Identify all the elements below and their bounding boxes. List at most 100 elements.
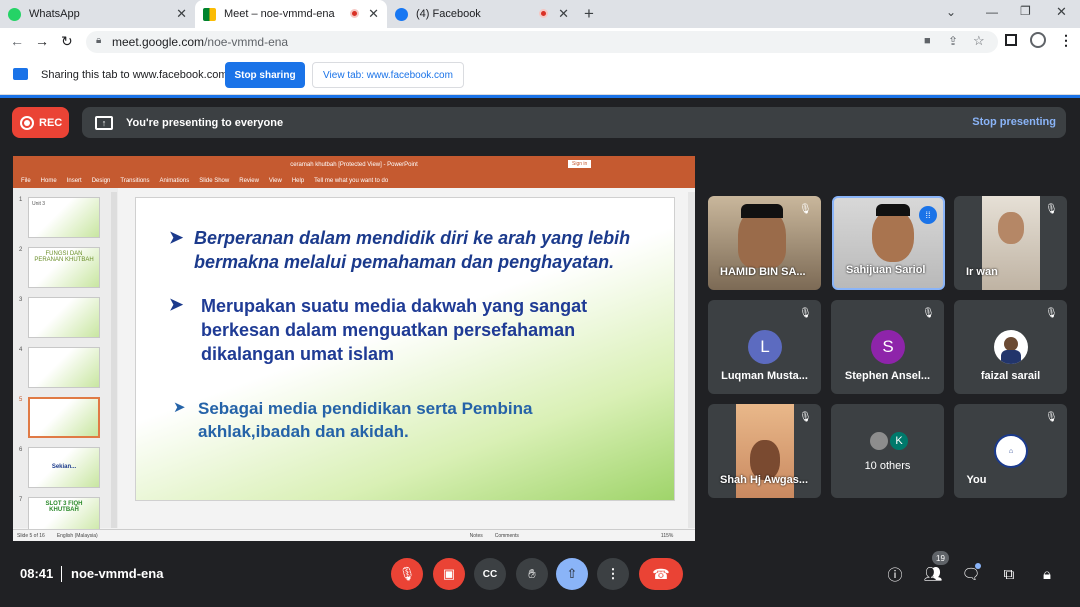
tab-title: (4) Facebook (416, 8, 481, 20)
avatar: K (888, 430, 910, 452)
participant-name: faizal sarail (980, 370, 1041, 382)
slide-thumbnail[interactable]: FUNGSI DAN PERANAN KHUTBAH (28, 247, 100, 288)
menu-insert[interactable]: Insert (67, 178, 82, 184)
mic-off-icon: 🎙︎ (799, 308, 812, 319)
stop-sharing-button[interactable]: Stop sharing (225, 62, 305, 88)
menu-view[interactable]: View (269, 178, 282, 184)
chevron-down-icon[interactable]: ⌄ (946, 5, 956, 19)
thumb-number: 4 (19, 347, 23, 353)
video-person (998, 212, 1024, 244)
meeting-code: noe-vmmd-ena (71, 566, 164, 581)
mic-toggle-button[interactable]: 🎙︎ (391, 558, 423, 590)
slide-thumbnail[interactable] (28, 297, 100, 338)
thumb-text: Sekian... (51, 464, 77, 470)
menu-file[interactable]: File (21, 178, 31, 184)
leave-call-button[interactable]: ☎︎ (639, 558, 683, 590)
participant-tile[interactable]: 🎙︎ Ir wan (954, 196, 1067, 290)
tab-meet[interactable]: Meet – noe-vmmd-ena ✕ (195, 0, 387, 28)
video-person (872, 210, 914, 262)
present-button[interactable]: ⇧ (556, 558, 588, 590)
menu-home[interactable]: Home (41, 178, 57, 184)
url-field[interactable]: 🔒︎ meet.google.com/noe-vmmd-ena ■ ⇪ ☆ (86, 31, 998, 53)
self-tile[interactable]: 🎙︎ ⌂ You (954, 404, 1067, 498)
slide-thumbnail[interactable]: Sekian... (28, 447, 100, 488)
mic-off-icon: 🎙︎ (799, 204, 812, 215)
captions-button[interactable]: CC (474, 558, 506, 590)
tab-whatsapp[interactable]: WhatsApp ✕ (0, 0, 195, 28)
participant-tile[interactable]: 🎙︎ faizal sarail (954, 300, 1067, 394)
activities-icon[interactable]: ⧉ (998, 563, 1020, 585)
chat-badge (975, 563, 981, 569)
meeting-time: 08:41 (20, 566, 54, 581)
sidebar-icon[interactable] (1005, 34, 1017, 46)
thumb-number: 7 (19, 497, 23, 503)
comments-button[interactable]: Comments (495, 533, 519, 539)
tab-title: WhatsApp (29, 8, 80, 20)
recording-icon (350, 9, 359, 18)
menu-animations[interactable]: Animations (160, 178, 190, 184)
notes-button[interactable]: Notes (470, 533, 483, 539)
view-tab-button[interactable]: View tab: www.facebook.com (312, 62, 464, 88)
star-icon[interactable]: ☆ (973, 33, 985, 49)
slide-bullet: Merupakan suatu media dakwah yang sangat… (201, 296, 588, 364)
slide-thumbnail[interactable]: Unit 3 (28, 197, 100, 238)
sign-in-button[interactable]: Sign in (568, 160, 592, 168)
thumb-number: 2 (19, 247, 23, 253)
recording-button[interactable]: REC (12, 107, 69, 138)
hangup-icon: ☎︎ (652, 565, 670, 582)
current-slide: ➤ Berperanan dalam mendidik diri ke arah… (135, 197, 675, 501)
divider (61, 566, 62, 582)
slide-scrollbar[interactable] (688, 192, 695, 528)
presentation-window: ceramah khutbah [Protected View] - Power… (13, 156, 695, 541)
share-icon[interactable]: ⇪ (948, 34, 958, 48)
more-options-button[interactable]: ⋮ (597, 558, 629, 590)
window-close-icon[interactable]: ✕ (1056, 4, 1067, 20)
info-icon[interactable]: ⓘ (884, 563, 906, 585)
menu-help[interactable]: Help (292, 178, 304, 184)
profile-icon[interactable] (1030, 32, 1046, 48)
mic-off-icon: 🎙︎ (1045, 308, 1058, 319)
close-icon[interactable]: ✕ (368, 6, 379, 22)
language-status: English (Malaysia) (56, 532, 98, 539)
participant-name: Shah Hj Awgas... (720, 474, 809, 486)
menu-slide-show[interactable]: Slide Show (199, 178, 229, 184)
menu-icon[interactable]: ⋮ (1059, 32, 1073, 49)
participant-tile[interactable]: 🎙︎ S Stephen Ansel... (831, 300, 944, 394)
reload-icon[interactable]: ↻ (61, 33, 73, 50)
minimize-icon[interactable]: — (986, 5, 998, 19)
ppt-window-title: ceramah khutbah [Protected View] - Power… (290, 162, 418, 168)
avatar: ⌂ (994, 434, 1028, 468)
back-icon[interactable]: ← (10, 33, 24, 49)
raise-hand-button[interactable]: ✋︎ (516, 558, 548, 590)
sharing-bar: Sharing this tab to www.facebook.com Sto… (0, 56, 1080, 95)
slide-thumbnail-selected[interactable] (28, 397, 100, 438)
menu-design[interactable]: Design (92, 178, 111, 184)
camera-toggle-button[interactable]: ▣ (433, 558, 465, 590)
menu-review[interactable]: Review (239, 178, 259, 184)
tell-me-field[interactable]: Tell me what you want to do (314, 178, 388, 184)
participant-tile[interactable]: 🎙︎ HAMID BIN SA... (708, 196, 821, 290)
thumb-number: 3 (19, 297, 23, 303)
close-icon[interactable]: ✕ (176, 6, 187, 22)
more-vert-icon: ⋮ (606, 566, 620, 581)
url-host: meet.google.com (112, 35, 205, 49)
thumb-text: FUNGSI DAN PERANAN KHUTBAH (34, 251, 94, 263)
stop-presenting-button[interactable]: Stop presenting (972, 116, 1056, 128)
new-tab-icon[interactable]: + (584, 4, 594, 24)
hand-icon: ✋︎ (528, 566, 536, 581)
host-controls-icon[interactable]: 🔒︎ (1036, 563, 1058, 585)
participant-name: HAMID BIN SA... (720, 266, 806, 278)
thumb-scrollbar[interactable] (111, 192, 117, 528)
participant-tile[interactable]: 🎙︎ Shah Hj Awgas... (708, 404, 821, 498)
people-icon[interactable]: 👥︎ (922, 563, 944, 585)
participant-tile[interactable]: 🎙︎ L Luqman Musta... (708, 300, 821, 394)
others-tile[interactable]: K 10 others (831, 404, 944, 498)
close-icon[interactable]: ✕ (558, 6, 569, 22)
slide-thumbnail[interactable] (28, 347, 100, 388)
forward-icon[interactable]: → (35, 33, 49, 49)
participant-tile-speaking[interactable]: ⁞⁞ Sahijuan Sariol (832, 196, 945, 290)
menu-transitions[interactable]: Transitions (120, 178, 149, 184)
tab-facebook[interactable]: (4) Facebook ✕ (387, 0, 577, 28)
camera-icon[interactable]: ■ (924, 35, 931, 47)
restore-icon[interactable]: ❐ (1020, 4, 1031, 18)
